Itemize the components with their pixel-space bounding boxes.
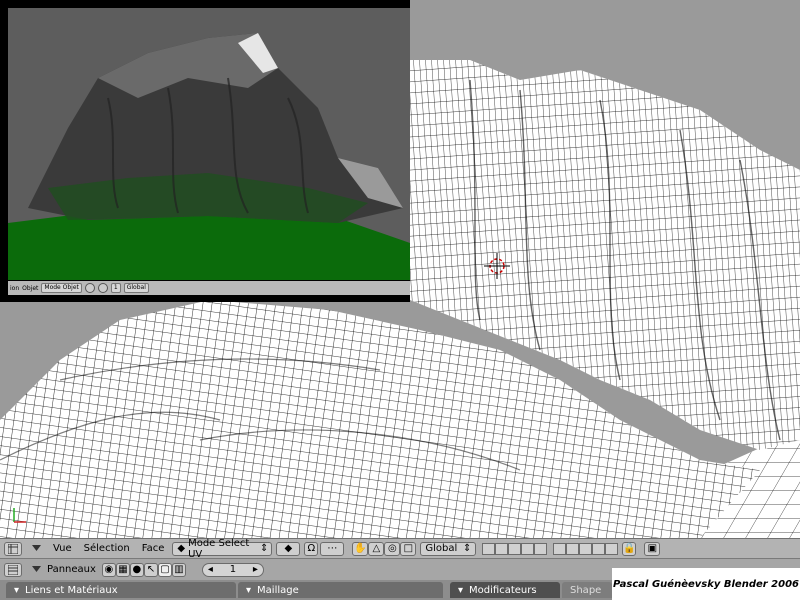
view3d-header: Vue Sélection Face ◆ Mode Select UV ⇕ ◆ …	[0, 538, 800, 560]
proportional-falloff-icon[interactable]: ⋯	[320, 541, 345, 556]
render-icon[interactable]: ▣	[644, 541, 661, 556]
frame-value: 1	[229, 564, 237, 575]
window-type-icon[interactable]	[4, 541, 22, 556]
3d-viewport[interactable]: ion Objet Mode Objet 1 Global	[0, 0, 800, 538]
author-credit: Pascal Guénèevsky Blender 2006	[612, 568, 800, 600]
inset-orientation-select[interactable]: Global	[123, 283, 149, 293]
chevron-updown-icon: ⇕	[462, 543, 472, 554]
inset-pivot-icon[interactable]	[97, 283, 108, 293]
pivot-icon[interactable]: ◆	[276, 541, 301, 556]
proportional-icon[interactable]: Ω	[304, 541, 319, 556]
chevron-down-icon: ▾	[14, 584, 20, 596]
inset-menu-item[interactable]: ion	[10, 285, 19, 292]
inset-header: ion Objet Mode Objet 1 Global	[8, 281, 410, 295]
hand-icon[interactable]: ✋	[352, 541, 369, 556]
menu-face[interactable]: Face	[136, 543, 171, 554]
script-icon[interactable]: ▦	[115, 562, 130, 577]
tab-links-materials[interactable]: ▾ Liens et Matériaux	[6, 582, 236, 598]
lock-icon[interactable]: 🔒	[622, 541, 637, 556]
tab-mesh[interactable]: ▾ Maillage	[238, 582, 443, 598]
mode-icon: ◆	[177, 543, 186, 554]
shading-icon[interactable]: ●	[129, 562, 144, 577]
menu-toggle-icon[interactable]	[32, 543, 41, 554]
chevron-down-icon: ⇕	[259, 543, 269, 554]
chevron-down-icon: ▾	[458, 584, 464, 596]
chevron-down-icon: ▾	[246, 584, 252, 596]
inset-layer-field[interactable]: 1	[110, 283, 121, 293]
render-preview: ion Objet Mode Objet 1 Global	[0, 0, 410, 302]
tab-label: Liens et Matériaux	[25, 584, 118, 596]
editing-icon[interactable]: ▢	[157, 562, 172, 577]
inset-menu-item[interactable]: Objet	[22, 285, 38, 292]
mode-select[interactable]: ◆ Mode Select UV ⇕	[172, 538, 273, 560]
rotate-icon[interactable]: △	[368, 541, 385, 556]
orientation-label: Global	[425, 543, 458, 554]
object-icon[interactable]: ↖	[143, 562, 158, 577]
scene-icon[interactable]: ▥	[171, 562, 186, 577]
tab-label: Shape	[570, 584, 602, 596]
chevron-left-icon[interactable]: ◂	[208, 564, 213, 575]
tab-label: Maillage	[257, 584, 299, 596]
snap-icon[interactable]: □	[400, 541, 417, 556]
panels-label: Panneaux	[47, 564, 96, 575]
chevron-right-icon[interactable]: ▸	[253, 564, 258, 575]
frame-field[interactable]: ◂ 1 ▸	[201, 562, 264, 577]
tab-modifiers[interactable]: ▾ Modificateurs	[450, 582, 560, 598]
rendered-mountain	[8, 8, 410, 280]
inset-draw-type-icon[interactable]	[84, 283, 95, 293]
layer-buttons-2[interactable]	[553, 542, 619, 555]
layer-buttons-1[interactable]	[482, 542, 548, 555]
scale-icon[interactable]: ◎	[384, 541, 401, 556]
buttons-window-type-icon[interactable]	[4, 562, 22, 577]
tab-label: Modificateurs	[469, 584, 537, 596]
buttons-menu-toggle-icon[interactable]	[32, 564, 41, 575]
menu-view[interactable]: Vue	[47, 543, 78, 554]
logic-icon[interactable]: ◉	[101, 562, 116, 577]
mode-label: Mode Select UV	[188, 537, 250, 560]
menu-selection[interactable]: Sélection	[78, 543, 136, 554]
render-view	[8, 8, 410, 280]
tab-shape[interactable]: Shape	[562, 582, 612, 598]
orientation-select[interactable]: Global ⇕	[420, 541, 477, 556]
inset-mode-select[interactable]: Mode Objet	[41, 283, 82, 293]
